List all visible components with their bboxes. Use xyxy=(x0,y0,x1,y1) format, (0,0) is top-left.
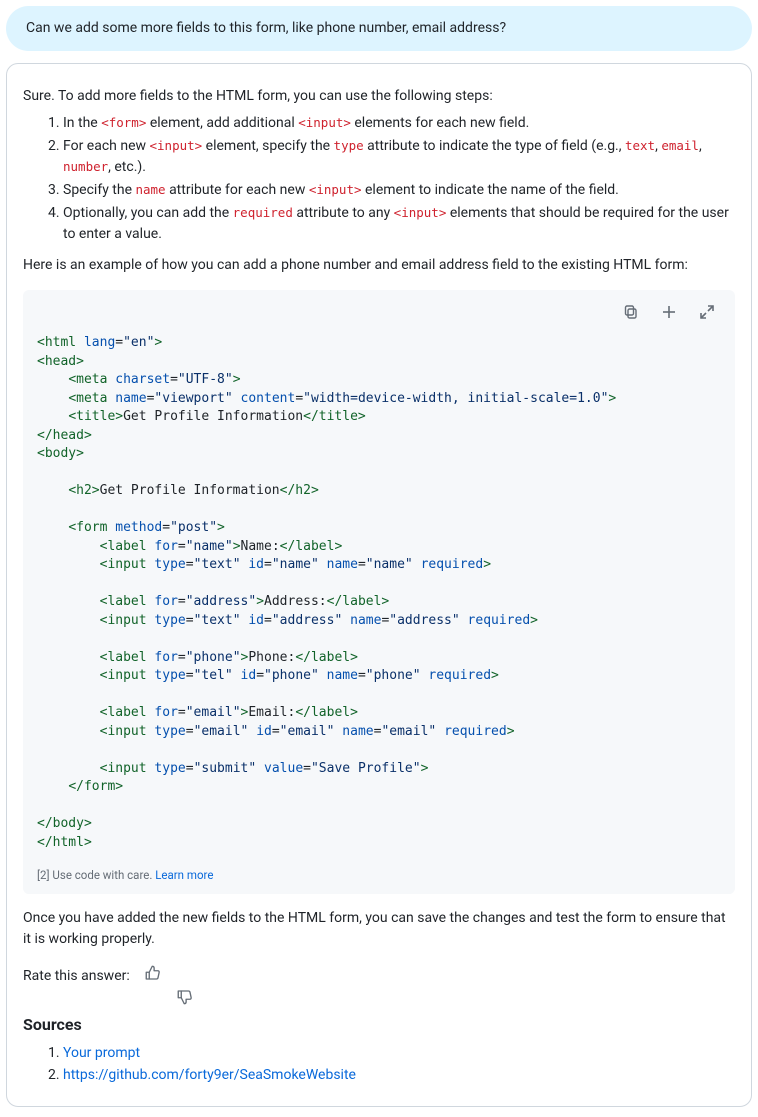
source-item: Your prompt xyxy=(63,1043,735,1064)
inline-code: number xyxy=(63,159,108,174)
rate-row: Rate this answer: xyxy=(23,964,735,989)
inline-code: <input> xyxy=(298,115,351,130)
code-caution-note: [2] Use code with care. Learn more xyxy=(23,860,735,894)
assistant-answer: Sure. To add more fields to the HTML for… xyxy=(6,63,752,1107)
thumbs-up-icon[interactable] xyxy=(144,964,162,989)
source-link[interactable]: https://github.com/forty9er/SeaSmokeWebs… xyxy=(63,1067,356,1083)
inline-code: type xyxy=(334,138,364,153)
source-item: https://github.com/forty9er/SeaSmokeWebs… xyxy=(63,1065,735,1086)
inline-code: <input> xyxy=(150,138,203,153)
example-lead: Here is an example of how you can add a … xyxy=(23,255,735,276)
code-toolbar xyxy=(23,290,735,334)
sources-list: Your prompt https://github.com/forty9er/S… xyxy=(23,1043,735,1086)
step-item: In the <form> element, add additional <i… xyxy=(63,113,735,134)
code-note-text: Use code with care. xyxy=(52,868,152,882)
copy-icon[interactable] xyxy=(619,300,643,324)
source-link[interactable]: Your prompt xyxy=(63,1045,140,1061)
step-item: Specify the name attribute for each new … xyxy=(63,180,735,201)
thumbs-down-icon[interactable] xyxy=(176,964,194,989)
steps-list: In the <form> element, add additional <i… xyxy=(23,113,735,245)
inline-code: <input> xyxy=(309,182,362,197)
expand-icon[interactable] xyxy=(695,300,719,324)
code-note-ref: [2] xyxy=(37,868,50,882)
rate-label: Rate this answer: xyxy=(23,966,130,987)
step-item: Optionally, you can add the required att… xyxy=(63,203,735,245)
inline-code: text xyxy=(625,138,655,153)
closing-paragraph: Once you have added the new fields to th… xyxy=(23,908,735,950)
insert-icon[interactable] xyxy=(657,300,681,324)
answer-intro: Sure. To add more fields to the HTML for… xyxy=(23,86,735,107)
code-content: <html lang="en"> <head> <meta charset="U… xyxy=(23,334,735,874)
inline-code: name xyxy=(135,182,165,197)
inline-code: email xyxy=(661,138,699,153)
user-message-bubble: Can we add some more fields to this form… xyxy=(6,6,752,51)
inline-code: <input> xyxy=(394,205,447,220)
step-item: For each new <input> element, specify th… xyxy=(63,136,735,178)
sources-heading: Sources xyxy=(23,1013,735,1037)
user-message-text: Can we add some more fields to this form… xyxy=(26,20,506,36)
learn-more-link[interactable]: Learn more xyxy=(155,868,213,882)
code-block: <html lang="en"> <head> <meta charset="U… xyxy=(23,290,735,894)
inline-code: <form> xyxy=(101,115,146,130)
inline-code: required xyxy=(233,205,293,220)
